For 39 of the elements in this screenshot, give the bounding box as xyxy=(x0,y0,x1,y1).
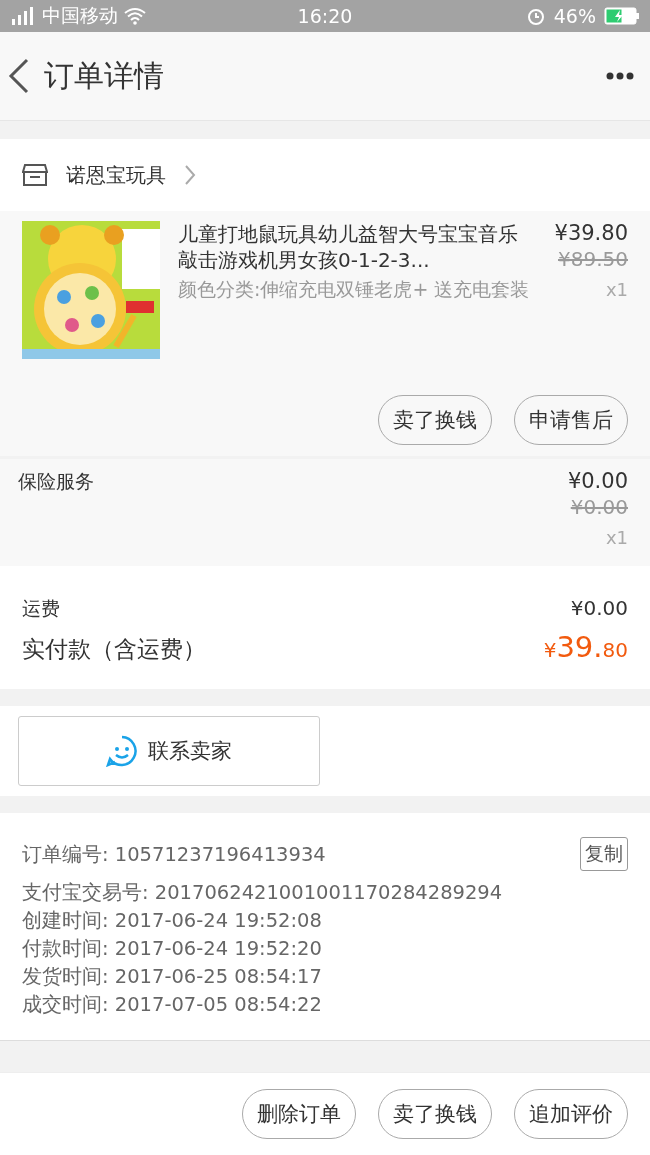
copy-button[interactable]: 复制 xyxy=(580,837,628,871)
order-info-line: 成交时间: 2017-07-05 08:54:22 xyxy=(22,992,323,1017)
back-icon[interactable] xyxy=(8,58,30,94)
contact-seller-button[interactable]: 联系卖家 xyxy=(18,716,320,786)
wifi-icon xyxy=(124,7,146,25)
action-button[interactable]: 追加评价 xyxy=(514,1089,628,1139)
order-info-line: 创建时间: 2017-06-24 19:52:08 xyxy=(22,908,323,933)
more-icon[interactable] xyxy=(606,72,634,80)
insurance-label: 保险服务 xyxy=(18,469,95,494)
product-title[interactable]: 儿童打地鼠玩具幼儿益智大号宝宝音乐敲击游戏机男女孩0-1-2-3... xyxy=(178,221,530,273)
order-info-line: 发货时间: 2017-06-25 08:54:17 xyxy=(22,964,323,989)
page-title: 订单详情 xyxy=(44,56,165,95)
original-price: ¥0.00 xyxy=(570,495,628,519)
order-info-line: 付款时间: 2017-06-24 19:52:20 xyxy=(22,936,323,961)
action-button[interactable]: 申请售后 xyxy=(514,395,628,445)
shipping-label: 运费 xyxy=(22,596,60,621)
battery-icon xyxy=(604,7,640,25)
action-button[interactable]: 删除订单 xyxy=(242,1089,356,1139)
total-label: 实付款（含运费） xyxy=(22,635,206,664)
clock: 16:20 xyxy=(296,5,354,27)
action-button[interactable]: 卖了换钱 xyxy=(378,1089,492,1139)
shop-name[interactable]: 诺恩宝玩具 xyxy=(66,161,166,189)
insurance-price: ¥0.00 xyxy=(567,469,628,493)
quantity: x1 xyxy=(605,279,628,300)
shipping-fee: ¥0.00 xyxy=(570,596,628,620)
store-icon xyxy=(22,163,48,187)
alarm-icon xyxy=(525,6,546,26)
carrier: 中国移动 xyxy=(42,3,118,28)
signal-icon xyxy=(10,7,36,25)
total-amount: ¥39.80 xyxy=(543,630,628,664)
action-button[interactable]: 卖了换钱 xyxy=(378,395,492,445)
quantity: x1 xyxy=(605,527,628,548)
chat-icon xyxy=(106,735,138,767)
product-variant: 颜色分类:伸缩充电双锤老虎+ 送充电套装 xyxy=(178,277,530,302)
original-price: ¥89.50 xyxy=(558,247,628,271)
battery-percent: 46% xyxy=(553,5,596,27)
order-info-line: 订单编号: 10571237196413934 xyxy=(22,841,327,867)
product-price: ¥39.80 xyxy=(554,221,628,245)
order-info-line: 支付宝交易号: 2017062421001001170284289294 xyxy=(22,880,504,905)
